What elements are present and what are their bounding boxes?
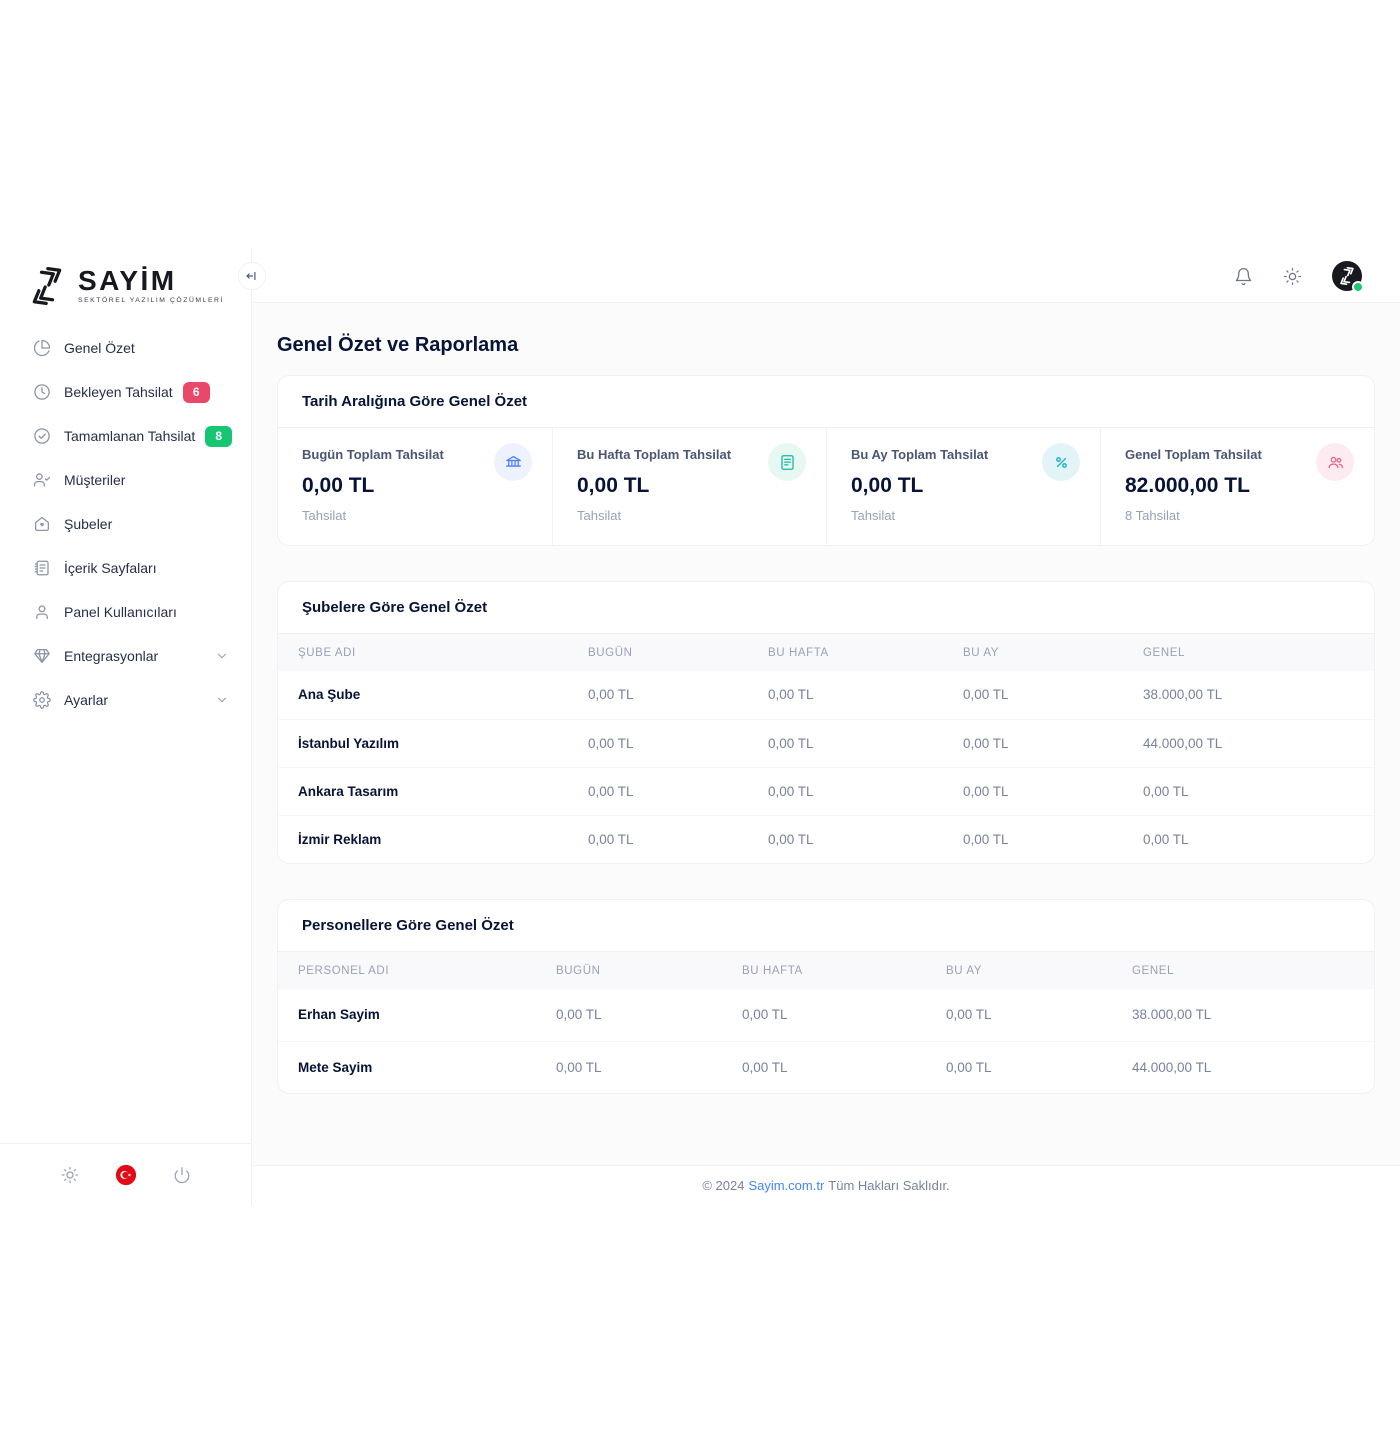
footer-link[interactable]: Sayim.com.tr bbox=[748, 1178, 824, 1193]
theme-toggle-button[interactable] bbox=[1283, 267, 1302, 286]
sidebar-collapse-button[interactable] bbox=[238, 262, 266, 290]
power-icon bbox=[173, 1166, 191, 1184]
table-row: Ankara Tasarım 0,00 TL 0,00 TL 0,00 TL 0… bbox=[278, 767, 1374, 815]
sun-icon bbox=[61, 1166, 79, 1184]
brand-name: SAYİM bbox=[78, 267, 224, 295]
personnel-summary-table: PERSONEL ADI BUGÜN BU HAFTA BU AY GENEL … bbox=[278, 952, 1374, 1093]
logout-button[interactable] bbox=[173, 1166, 191, 1184]
sayim-logo-icon bbox=[24, 263, 70, 309]
notifications-button[interactable] bbox=[1234, 267, 1253, 286]
top-header bbox=[252, 250, 1400, 303]
sidebar-menu: Genel Özet Bekleyen Tahsilat 6 Tamamlana… bbox=[0, 326, 251, 722]
online-status-dot bbox=[1352, 281, 1364, 293]
pending-count-badge: 6 bbox=[183, 382, 210, 403]
sidebar-item-tamamlanan-tahsilat[interactable]: Tamamlanan Tahsilat 8 bbox=[0, 414, 251, 458]
sidebar-item-genel-ozet[interactable]: Genel Özet bbox=[0, 326, 251, 370]
page-title: Genel Özet ve Raporlama bbox=[277, 334, 1375, 357]
sidebar: SAYİM SEKTÖREL YAZILIM ÇÖZÜMLERİ Genel Ö… bbox=[0, 250, 252, 1205]
copyright-text: © 2024 bbox=[702, 1178, 744, 1193]
journal-icon bbox=[768, 443, 806, 481]
app-window: SAYİM SEKTÖREL YAZILIM ÇÖZÜMLERİ Genel Ö… bbox=[0, 250, 1400, 1205]
sidebar-item-panel-kullanicilari[interactable]: Panel Kullanıcıları bbox=[0, 590, 251, 634]
stat-value: 0,00 TL bbox=[851, 474, 1076, 498]
table-row: Ana Şube 0,00 TL 0,00 TL 0,00 TL 38.000,… bbox=[278, 671, 1374, 719]
arrow-left-to-bar-icon bbox=[245, 269, 259, 283]
stat-total: Genel Toplam Tahsilat 82.000,00 TL 8 Tah… bbox=[1100, 428, 1374, 545]
check-circle-icon bbox=[33, 427, 51, 445]
sidebar-item-label: Panel Kullanıcıları bbox=[64, 604, 177, 620]
bank-icon bbox=[494, 443, 532, 481]
people-icon bbox=[1316, 443, 1354, 481]
stat-value: 0,00 TL bbox=[302, 474, 528, 498]
stat-today: Bugün Toplam Tahsilat 0,00 TL Tahsilat bbox=[278, 428, 552, 545]
clock-icon bbox=[33, 383, 51, 401]
theme-toggle-button[interactable] bbox=[61, 1166, 79, 1184]
sun-icon bbox=[1283, 267, 1302, 286]
table-header-row: PERSONEL ADI BUGÜN BU HAFTA BU AY GENEL bbox=[278, 952, 1374, 989]
stats-grid: Bugün Toplam Tahsilat 0,00 TL Tahsilat B… bbox=[278, 428, 1374, 545]
pie-chart-icon bbox=[33, 339, 51, 357]
completed-count-badge: 8 bbox=[205, 426, 232, 447]
user-avatar[interactable] bbox=[1332, 261, 1362, 291]
sidebar-item-entegrasyonlar[interactable]: Entegrasyonlar bbox=[0, 634, 251, 678]
branch-summary-table: ŞUBE ADI BUGÜN BU HAFTA BU AY GENEL Ana … bbox=[278, 634, 1374, 863]
percent-icon bbox=[1042, 443, 1080, 481]
table-row: İzmir Reklam 0,00 TL 0,00 TL 0,00 TL 0,0… bbox=[278, 815, 1374, 863]
sidebar-item-label: Şubeler bbox=[64, 516, 112, 532]
turkish-flag-icon bbox=[115, 1164, 137, 1186]
rights-text: Tüm Hakları Saklıdır. bbox=[828, 1178, 949, 1193]
journal-icon bbox=[33, 559, 51, 577]
language-turkish-button[interactable] bbox=[115, 1164, 137, 1186]
stat-value: 0,00 TL bbox=[577, 474, 802, 498]
sidebar-item-label: Genel Özet bbox=[64, 340, 135, 356]
personnel-summary-title: Personellere Göre Genel Özet bbox=[302, 917, 514, 934]
brand-tagline: SEKTÖREL YAZILIM ÇÖZÜMLERİ bbox=[78, 298, 224, 305]
sidebar-item-ayarlar[interactable]: Ayarlar bbox=[0, 678, 251, 722]
chevron-down-icon bbox=[215, 649, 229, 663]
sidebar-item-label: Entegrasyonlar bbox=[64, 648, 158, 664]
sidebar-item-musteriler[interactable]: Müşteriler bbox=[0, 458, 251, 502]
sidebar-item-label: İçerik Sayfaları bbox=[64, 560, 157, 576]
table-row: Erhan Sayim 0,00 TL 0,00 TL 0,00 TL 38.0… bbox=[278, 989, 1374, 1041]
sidebar-item-bekleyen-tahsilat[interactable]: Bekleyen Tahsilat 6 bbox=[0, 370, 251, 414]
date-summary-card: Tarih Aralığına Göre Genel Özet Bugün To… bbox=[277, 375, 1375, 546]
table-row: Mete Sayim 0,00 TL 0,00 TL 0,00 TL 44.00… bbox=[278, 1041, 1374, 1093]
home-heart-icon bbox=[33, 515, 51, 533]
sidebar-item-label: Ayarlar bbox=[64, 692, 108, 708]
branch-summary-card: Şubelere Göre Genel Özet ŞUBE ADI BUGÜN … bbox=[277, 581, 1375, 864]
main-content: Genel Özet ve Raporlama Tarih Aralığına … bbox=[252, 303, 1400, 1165]
sidebar-item-label: Tamamlanan Tahsilat bbox=[64, 428, 195, 444]
sidebar-item-icerik-sayfalari[interactable]: İçerik Sayfaları bbox=[0, 546, 251, 590]
user-icon bbox=[33, 603, 51, 621]
bell-icon bbox=[1234, 267, 1253, 286]
sidebar-item-label: Müşteriler bbox=[64, 472, 125, 488]
stat-month: Bu Ay Toplam Tahsilat 0,00 TL Tahsilat bbox=[826, 428, 1100, 545]
chevron-down-icon bbox=[215, 693, 229, 707]
brand-logo[interactable]: SAYİM SEKTÖREL YAZILIM ÇÖZÜMLERİ bbox=[0, 250, 251, 312]
date-summary-title: Tarih Aralığına Göre Genel Özet bbox=[302, 393, 527, 410]
personnel-summary-card: Personellere Göre Genel Özet PERSONEL AD… bbox=[277, 899, 1375, 1094]
table-header-row: ŞUBE ADI BUGÜN BU HAFTA BU AY GENEL bbox=[278, 634, 1374, 671]
stat-week: Bu Hafta Toplam Tahsilat 0,00 TL Tahsila… bbox=[552, 428, 826, 545]
branch-summary-title: Şubelere Göre Genel Özet bbox=[302, 599, 487, 616]
gem-icon bbox=[33, 647, 51, 665]
page-footer: © 2024 Sayim.com.tr Tüm Hakları Saklıdır… bbox=[252, 1165, 1400, 1205]
table-row: İstanbul Yazılım 0,00 TL 0,00 TL 0,00 TL… bbox=[278, 719, 1374, 767]
sidebar-item-subeler[interactable]: Şubeler bbox=[0, 502, 251, 546]
stat-value: 82.000,00 TL bbox=[1125, 474, 1350, 498]
sidebar-footer bbox=[0, 1143, 251, 1205]
user-check-icon bbox=[33, 471, 51, 489]
sidebar-item-label: Bekleyen Tahsilat bbox=[64, 384, 173, 400]
gear-icon bbox=[33, 691, 51, 709]
